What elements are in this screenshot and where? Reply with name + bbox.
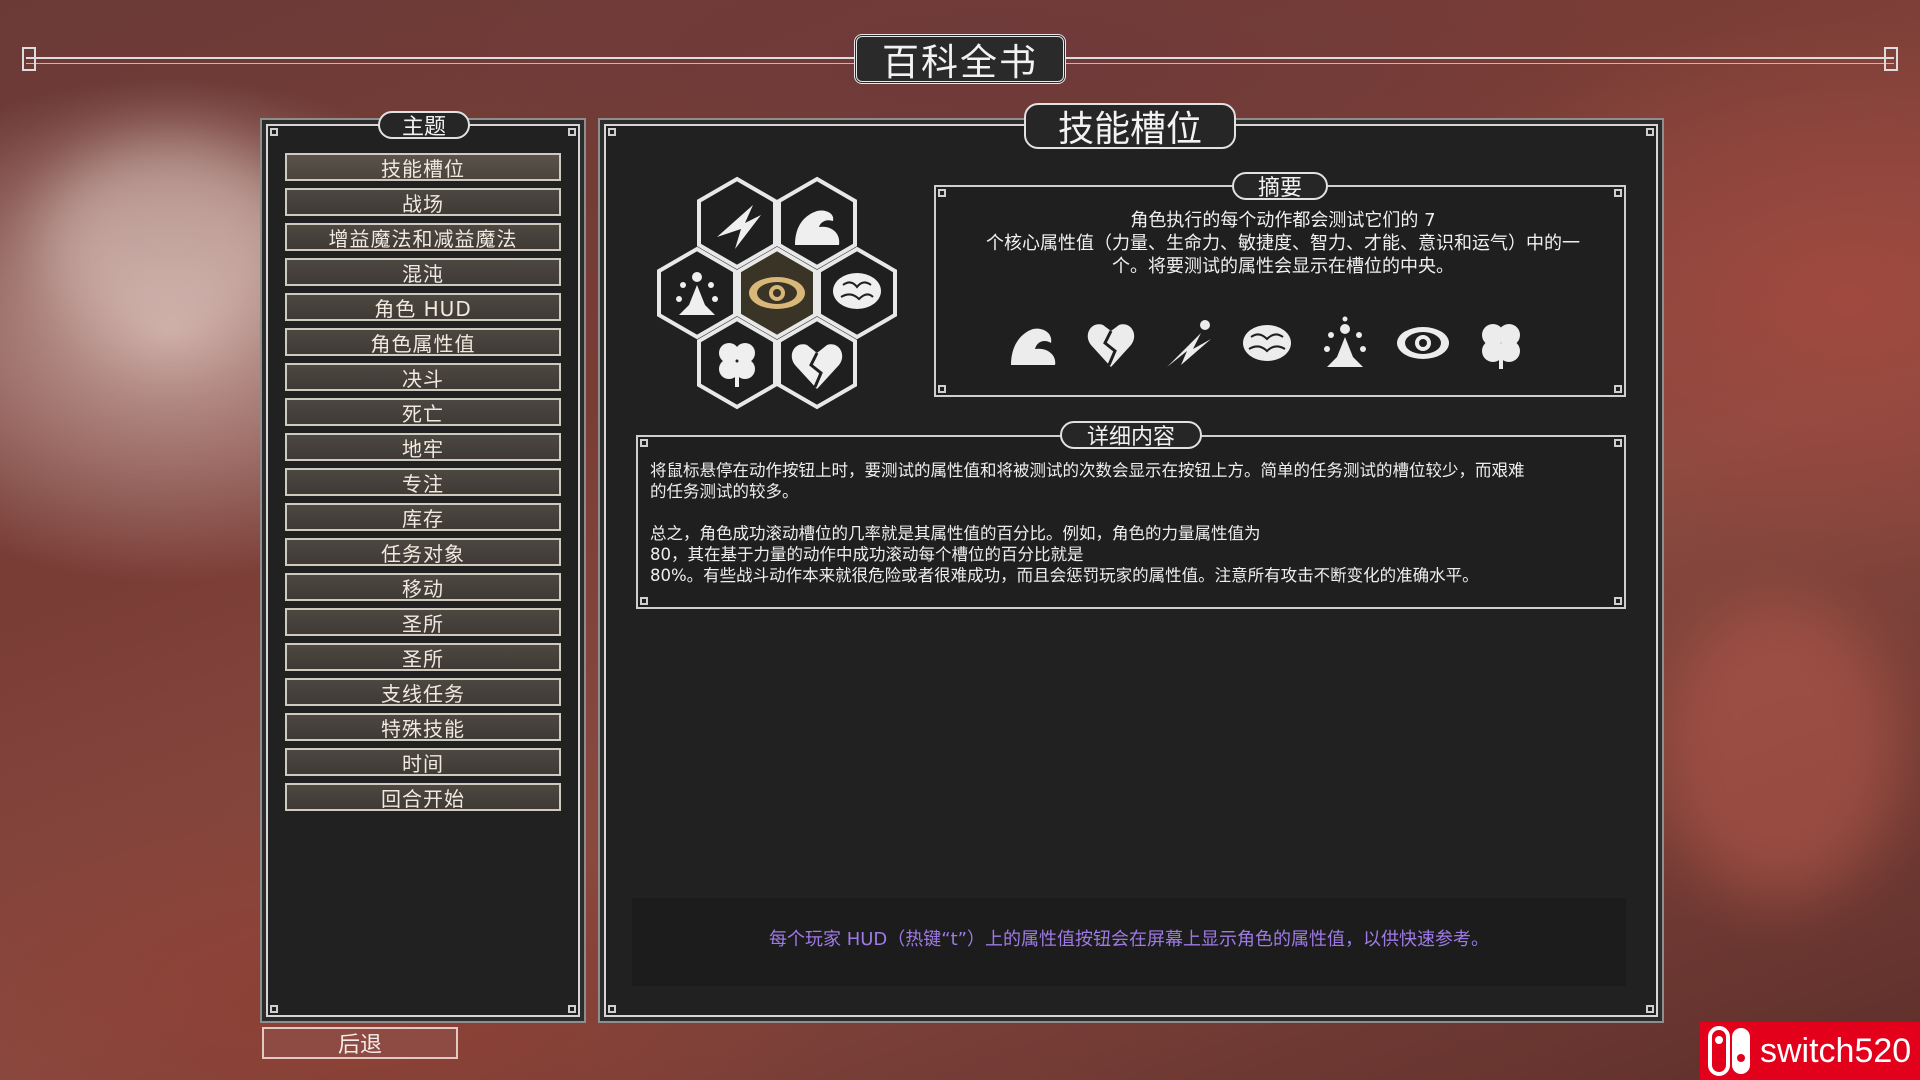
detail-line: 总之，角色成功滚动槽位的几率就是其属性值的百分比。例如，角色的力量属性值为 — [650, 524, 1261, 543]
watermark-text: switch520 — [1760, 1031, 1912, 1070]
panel-corner — [270, 1005, 278, 1013]
topic-item[interactable]: 圣所 — [285, 643, 561, 671]
detail-line: 80，其在基于力量的动作中成功滚动每个槽位的百分比就是 — [650, 545, 1084, 564]
title-rule-cap — [22, 47, 36, 71]
intelligence-icon — [833, 273, 881, 309]
topic-item[interactable]: 库存 — [285, 503, 561, 531]
box-corner — [1614, 385, 1622, 393]
panel-corner — [1646, 1005, 1654, 1013]
title-rule-cap — [1884, 47, 1898, 71]
topic-item[interactable]: 战场 — [285, 188, 561, 216]
switch-logo-icon — [1700, 1022, 1760, 1080]
topic-item[interactable]: 圣所 — [285, 608, 561, 636]
box-corner — [1614, 189, 1622, 197]
awareness-icon — [749, 277, 805, 309]
detail-text: 将鼠标悬停在动作按钮上时，要测试的属性值和将被测试的次数会显示在按钮上方。简单的… — [650, 460, 1610, 586]
summary-text: 角色执行的每个动作都会测试它们的 7 个核心属性值（力量、生命力、敏捷度、智力、… — [948, 209, 1618, 278]
box-corner — [640, 439, 648, 447]
watermark: switch520 — [1700, 1022, 1920, 1080]
summary-line: 个。将要测试的属性会显示在槽位的中央。 — [1112, 256, 1454, 277]
detail-line: 将鼠标悬停在动作按钮上时，要测试的属性值和将被测试的次数会显示在按钮上方。简单的… — [650, 461, 1525, 480]
panel-corner — [608, 1005, 616, 1013]
box-corner — [938, 189, 946, 197]
topic-item[interactable]: 回合开始 — [285, 783, 561, 811]
stat-hex-cluster — [657, 177, 897, 409]
topic-item[interactable]: 移动 — [285, 573, 561, 601]
vitality-icon — [1087, 324, 1135, 367]
topic-item[interactable]: 决斗 — [285, 363, 561, 391]
detail-line: 80%。有些战斗动作本来就很危险或者很难成功，而且会惩罚玩家的属性值。注意所有攻… — [650, 566, 1479, 585]
topic-item[interactable]: 技能槽位 — [285, 153, 561, 181]
summary-heading: 摘要 — [1232, 172, 1328, 201]
panel-corner — [568, 128, 576, 136]
luck-icon — [1482, 324, 1520, 369]
topic-item[interactable]: 角色 HUD — [285, 293, 561, 321]
topic-item[interactable]: 时间 — [285, 748, 561, 776]
box-corner — [1614, 597, 1622, 605]
back-button[interactable]: 后退 — [262, 1027, 458, 1059]
summary-line: 个核心属性值（力量、生命力、敏捷度、智力、才能、意识和运气）中的一 — [986, 233, 1580, 254]
topic-item[interactable]: 混沌 — [285, 258, 561, 286]
panel-corner — [608, 128, 616, 136]
box-corner — [640, 597, 648, 605]
strength-icon — [1011, 328, 1056, 365]
awareness-icon — [1397, 327, 1449, 359]
panel-corner — [1646, 128, 1654, 136]
page-title: 百科全书 — [854, 34, 1066, 84]
topic-item[interactable]: 死亡 — [285, 398, 561, 426]
summary-line: 角色执行的每个动作都会测试它们的 7 — [1130, 210, 1436, 231]
topic-item[interactable]: 任务对象 — [285, 538, 561, 566]
topics-heading: 主题 — [378, 111, 470, 140]
detail-line: 的任务测试的较多。 — [650, 482, 799, 501]
topic-item[interactable]: 特殊技能 — [285, 713, 561, 741]
topic-item[interactable]: 增益魔法和减益魔法 — [285, 223, 561, 251]
intelligence-icon — [1243, 325, 1291, 361]
panel-corner — [270, 128, 278, 136]
topic-item[interactable]: 专注 — [285, 468, 561, 496]
topic-title: 技能槽位 — [1024, 103, 1236, 150]
topic-item[interactable]: 角色属性值 — [285, 328, 561, 356]
box-corner — [938, 385, 946, 393]
detail-heading: 详细内容 — [1060, 421, 1202, 450]
box-corner — [1614, 439, 1622, 447]
topic-item[interactable]: 地牢 — [285, 433, 561, 461]
background-blur — [1660, 600, 1900, 900]
topic-item[interactable]: 支线任务 — [285, 678, 561, 706]
speed-icon — [1167, 320, 1211, 367]
background-blur — [40, 140, 300, 340]
willpower-icon — [1324, 316, 1366, 367]
hint-text: 每个玩家 HUD（热键“t”）上的属性值按钮会在屏幕上显示角色的属性值，以供快速… — [769, 929, 1489, 950]
panel-corner — [568, 1005, 576, 1013]
